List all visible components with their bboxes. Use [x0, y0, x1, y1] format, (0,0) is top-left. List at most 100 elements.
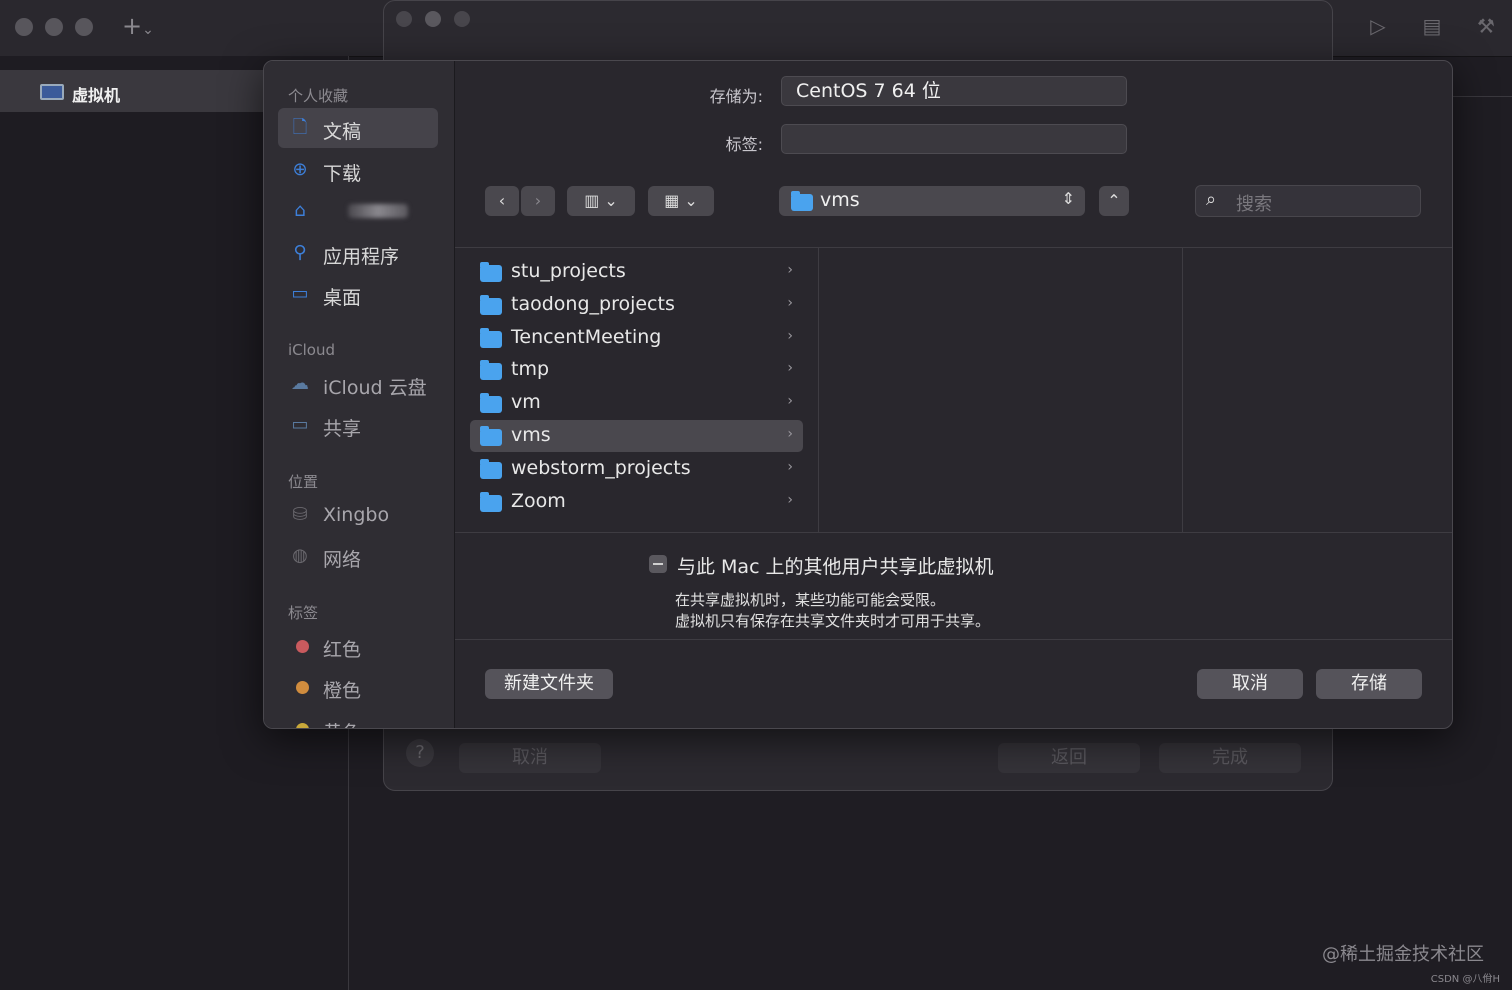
- red-tag-dot: [296, 640, 309, 653]
- sidebar-item-label: 虚拟机: [72, 86, 121, 105]
- sidebar-item-label: 红色: [323, 639, 362, 661]
- sidebar-item-label: 橙色: [323, 680, 362, 702]
- folder-name: Zoom: [511, 490, 566, 512]
- sidebar-item-downloads[interactable]: ⊕ 下载: [278, 150, 438, 190]
- setup-zoom-button[interactable]: [454, 11, 470, 27]
- sidebar-tag-yellow[interactable]: 黄色: [278, 709, 438, 728]
- share-note-line2: 虚拟机只有保存在共享文件夹时才可用于共享。: [675, 612, 991, 630]
- cloud-icon: ☁: [291, 373, 309, 394]
- folder-icon: [480, 262, 502, 282]
- sidebar-item-network[interactable]: ◍ 网络: [278, 536, 438, 576]
- laptop-icon: [40, 84, 64, 100]
- collapse-button[interactable]: ⌃: [1099, 186, 1129, 216]
- new-folder-button[interactable]: 新建文件夹: [485, 669, 613, 699]
- column-divider: [818, 248, 819, 532]
- forward-button[interactable]: ›: [521, 186, 555, 216]
- orange-tag-dot: [296, 681, 309, 694]
- sidebar-item-desktop[interactable]: ▭ 桌面: [278, 274, 438, 314]
- chevron-right-icon: ›: [787, 393, 793, 409]
- favorites-header: 个人收藏: [288, 87, 349, 105]
- share-note-line1: 在共享虚拟机时，某些功能可能会受限。: [675, 591, 946, 609]
- chevron-right-icon: ›: [787, 492, 793, 508]
- sidebar-item-documents[interactable]: 🗋 文稿: [278, 108, 438, 148]
- sidebar-item-label: Xingbo: [323, 504, 390, 526]
- chevron-right-icon: ›: [787, 262, 793, 278]
- folder-name: tmp: [511, 358, 550, 380]
- sidebar-item-applications[interactable]: ⚲ 应用程序: [278, 233, 438, 273]
- sidebar-tag-red[interactable]: 红色: [278, 626, 438, 666]
- setup-done-button[interactable]: 完成: [1159, 743, 1301, 773]
- chevron-right-icon: ›: [787, 459, 793, 475]
- folder-row-selected[interactable]: vms ›: [470, 420, 803, 452]
- folder-icon: [480, 328, 502, 348]
- sidebar-item-label: 文稿: [323, 121, 362, 143]
- sidebar-item-home[interactable]: ⌂: [278, 191, 438, 231]
- updown-chevron-icon: ⇕: [1061, 189, 1075, 208]
- group-view-button[interactable]: ▦ ⌄: [648, 186, 714, 216]
- tags-field[interactable]: [781, 124, 1127, 154]
- chevron-right-icon: ›: [787, 426, 793, 442]
- share-checkbox[interactable]: [649, 555, 667, 573]
- sidebar-item-label: 共享: [323, 418, 362, 440]
- applications-icon: ⚲: [293, 242, 307, 263]
- back-button[interactable]: ‹: [485, 186, 519, 216]
- share-checkbox-label: 与此 Mac 上的其他用户共享此虚拟机: [677, 556, 994, 578]
- folder-icon: [480, 295, 502, 315]
- folder-name: taodong_projects: [511, 293, 675, 315]
- sidebar-item-label: 黄色: [323, 718, 361, 728]
- chevron-right-icon: ›: [787, 328, 793, 344]
- cancel-button[interactable]: 取消: [1197, 669, 1303, 699]
- folder-icon: [480, 360, 502, 380]
- close-window-button[interactable]: [15, 18, 33, 36]
- sidebar-item-icloud-drive[interactable]: ☁ iCloud 云盘: [278, 364, 438, 404]
- play-icon[interactable]: ▷: [1366, 14, 1390, 38]
- folder-icon: [480, 492, 502, 512]
- tags-label: 标签:: [725, 135, 763, 154]
- path-popup-label: vms: [820, 189, 860, 211]
- sidebar-item-disk[interactable]: ⛁ Xingbo: [278, 495, 438, 535]
- folder-row[interactable]: webstorm_projects ›: [470, 453, 803, 485]
- grid-icon: ▦ ⌄: [664, 191, 698, 210]
- sidebar-item-shared[interactable]: ▭ 共享: [278, 405, 438, 445]
- folder-row[interactable]: vm ›: [470, 387, 803, 419]
- watermark: @稀土掘金技术社区: [1322, 944, 1484, 965]
- setup-minimize-button[interactable]: [425, 11, 441, 27]
- setup-cancel-button[interactable]: 取消: [459, 743, 601, 773]
- folder-row[interactable]: stu_projects ›: [470, 256, 803, 288]
- setup-close-button[interactable]: [396, 11, 412, 27]
- path-popup[interactable]: vms ⇕: [779, 186, 1085, 216]
- add-vm-button[interactable]: +⌄: [122, 12, 154, 40]
- folder-name: webstorm_projects: [511, 457, 691, 479]
- sidebar-item-label: 桌面: [323, 287, 362, 309]
- snapshot-icon[interactable]: ▤: [1420, 14, 1444, 38]
- search-field[interactable]: ⌕ 搜索: [1195, 185, 1421, 217]
- folder-row[interactable]: taodong_projects ›: [470, 289, 803, 321]
- folder-row[interactable]: TencentMeeting ›: [470, 322, 803, 354]
- file-browser: stu_projects › taodong_projects › TencentM…: [455, 247, 1452, 533]
- minimize-window-button[interactable]: [45, 18, 63, 36]
- folder-name: vm: [511, 391, 541, 413]
- desktop-icon: ▭: [291, 283, 309, 304]
- column-view-icon: ▥ ⌄: [584, 191, 618, 210]
- save-as-field[interactable]: CentOS 7 64 位: [781, 76, 1127, 106]
- sidebar-tag-orange[interactable]: 橙色: [278, 667, 438, 707]
- redacted-username: [348, 204, 408, 218]
- document-icon: 🗋: [292, 117, 308, 138]
- disk-icon: ⛁: [292, 504, 308, 525]
- folder-row[interactable]: Zoom ›: [470, 486, 803, 518]
- watermark-small: CSDN @八佾H: [1430, 974, 1500, 985]
- save-button[interactable]: 存储: [1316, 669, 1422, 699]
- setup-back-button[interactable]: 返回: [998, 743, 1140, 773]
- save-dialog: 个人收藏 🗋 文稿 ⊕ 下载 ⌂ ⚲ 应用程序 ▭ 桌面 iCloud ☁ iC…: [263, 60, 1453, 729]
- folder-name: stu_projects: [511, 260, 626, 282]
- globe-icon: ◍: [292, 545, 308, 566]
- dialog-main: 存储为: CentOS 7 64 位 标签: ‹ › ▥ ⌄ ▦ ⌄ vms ⇕…: [455, 61, 1452, 728]
- folder-row[interactable]: tmp ›: [470, 354, 803, 386]
- column-view-button[interactable]: ▥ ⌄: [567, 186, 635, 216]
- settings-wrench-icon[interactable]: ⚒: [1474, 14, 1498, 38]
- tags-header: 标签: [288, 604, 319, 622]
- help-button[interactable]: ?: [406, 739, 434, 767]
- yellow-tag-dot: [296, 723, 309, 728]
- chevron-right-icon: ›: [787, 360, 793, 376]
- zoom-window-button[interactable]: [75, 18, 93, 36]
